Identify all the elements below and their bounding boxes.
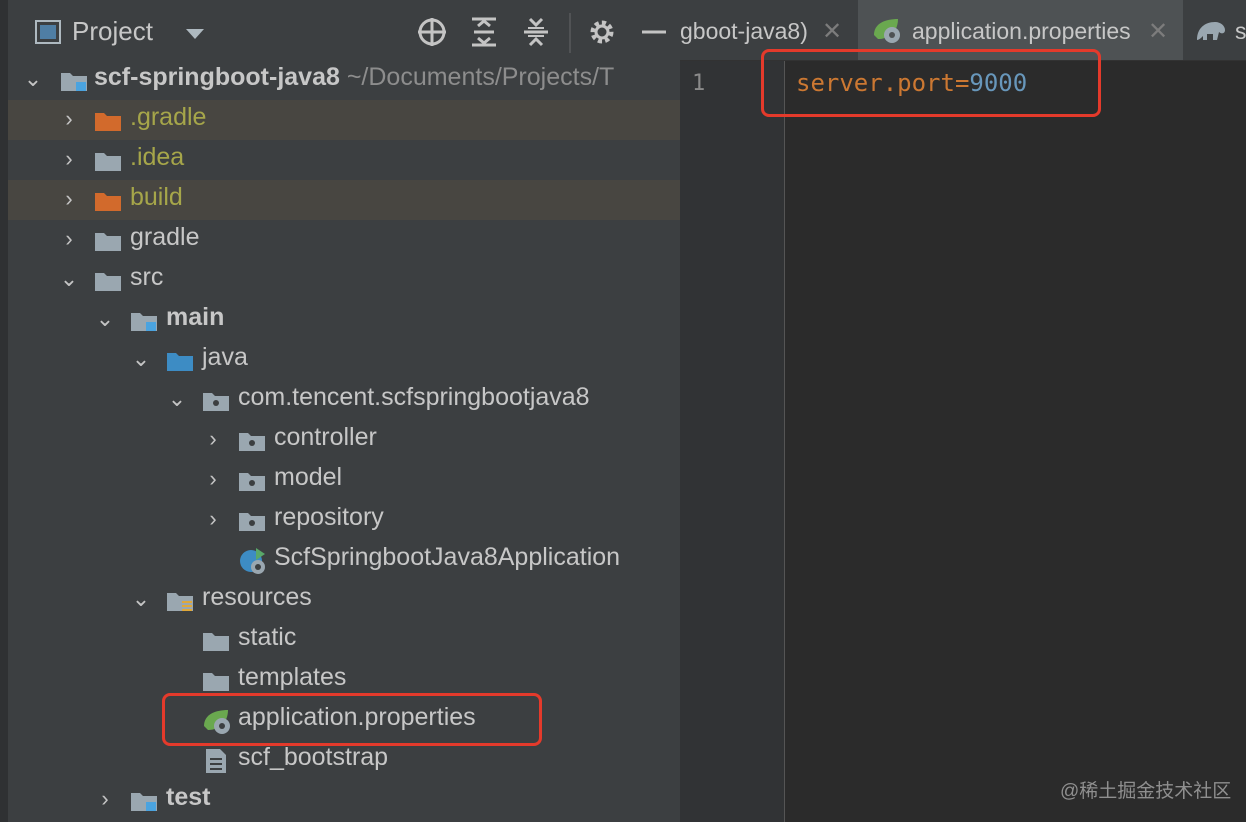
tree-label: src [130, 263, 164, 291]
tree-item-gradle[interactable]: › gradle [8, 220, 680, 260]
watermark: @稀土掘金技术社区 [1060, 781, 1232, 802]
folder-icon [202, 630, 230, 652]
tree-item-src[interactable]: ⌄ src [8, 260, 680, 300]
tree-item-repository[interactable]: › repository [8, 500, 680, 540]
chevron-right-icon[interactable]: › [58, 148, 80, 170]
gradle-icon [1195, 16, 1227, 49]
chevron-right-icon[interactable]: › [202, 428, 224, 450]
chevron-down-icon[interactable]: ⌄ [130, 348, 152, 370]
folder-icon [202, 670, 230, 692]
package-icon [238, 470, 266, 492]
chevron-down-icon[interactable] [186, 29, 204, 39]
panel-edge [0, 0, 8, 822]
spring-properties-icon [872, 15, 902, 50]
tab-label: application.properties [912, 18, 1131, 44]
tab-label: s [1235, 18, 1246, 44]
excluded-folder-icon [94, 190, 122, 212]
locate-icon[interactable] [414, 14, 450, 50]
project-view-icon [35, 20, 61, 44]
tree-item-application-class[interactable]: ScfSpringbootJava8Application [8, 540, 680, 580]
resources-root-folder-icon [166, 590, 194, 612]
package-icon [238, 510, 266, 532]
chevron-right-icon[interactable]: › [202, 468, 224, 490]
chevron-right-icon[interactable]: › [202, 508, 224, 530]
chevron-down-icon[interactable]: ⌄ [22, 68, 44, 90]
chevron-right-icon[interactable]: › [94, 788, 116, 810]
project-header: Project [8, 0, 680, 60]
settings-icon[interactable] [584, 14, 620, 50]
tree-item-scf-bootstrap[interactable]: scf_bootstrap [8, 740, 680, 780]
tree-item-model[interactable]: › model [8, 460, 680, 500]
chevron-down-icon[interactable]: ⌄ [166, 388, 188, 410]
code-editor[interactable]: 1 server.port=9000 [680, 61, 1246, 822]
tree-label: gradle [130, 223, 200, 251]
project-title[interactable]: Project [72, 16, 153, 47]
close-icon[interactable]: ✕ [822, 17, 842, 46]
chevron-down-icon[interactable]: ⌄ [94, 308, 116, 330]
tree-item-project-root[interactable]: ⌄ scf-springboot-java8 ~/Documents/Proje… [8, 60, 680, 100]
folder-icon [94, 270, 122, 292]
excluded-folder-icon [94, 110, 122, 132]
folder-icon [94, 150, 122, 172]
tree-item-controller[interactable]: › controller [8, 420, 680, 460]
chevron-right-icon[interactable]: › [58, 228, 80, 250]
tree-label: scf_bootstrap [238, 743, 389, 771]
toolbar-separator [569, 13, 571, 53]
tab-label: gboot-java8) [680, 18, 808, 44]
module-folder-icon [60, 70, 88, 92]
package-icon [202, 390, 230, 412]
collapse-all-icon[interactable] [518, 14, 554, 50]
tree-label: resources [202, 583, 312, 611]
tree-label: .gradle [130, 103, 207, 131]
chevron-right-icon[interactable]: › [58, 108, 80, 130]
source-root-folder-icon [166, 350, 194, 372]
tree-item-package-root[interactable]: ⌄ com.tencent.scfspringbootjava8 [8, 380, 680, 420]
project-path: ~/Documents/Projects/T [346, 63, 615, 91]
expand-all-icon[interactable] [466, 14, 502, 50]
source-set-folder-icon [130, 790, 158, 812]
highlight-box-application-properties [162, 693, 542, 746]
tree-label: controller [274, 423, 377, 451]
tree-label: model [274, 463, 343, 491]
tree-item-gradle-cache[interactable]: › .gradle [8, 100, 680, 140]
tree-label: ScfSpringbootJava8Application [274, 543, 621, 571]
tree-label: test [166, 783, 211, 811]
package-icon [238, 430, 266, 452]
tree-label: .idea [130, 143, 185, 171]
tree-label: templates [238, 663, 347, 691]
chevron-right-icon[interactable]: › [58, 188, 80, 210]
tree-label: com.tencent.scfspringbootjava8 [238, 383, 590, 411]
text-file-icon [204, 748, 232, 774]
line-number-gutter: 1 [680, 61, 785, 822]
spring-boot-class-icon [238, 546, 266, 576]
tree-item-build[interactable]: › build [8, 180, 680, 220]
tree-item-test[interactable]: › test [8, 780, 680, 820]
tree-label: java [202, 343, 248, 371]
tree-item-resources[interactable]: ⌄ resources [8, 580, 680, 620]
tree-item-idea[interactable]: › .idea [8, 140, 680, 180]
tree-label: repository [274, 503, 384, 531]
folder-icon [94, 230, 122, 252]
hide-icon[interactable] [636, 14, 672, 50]
tree-item-java[interactable]: ⌄ java [8, 340, 680, 380]
tree-item-main[interactable]: ⌄ main [8, 300, 680, 340]
source-set-folder-icon [130, 310, 158, 332]
tree-item-static[interactable]: static [8, 620, 680, 660]
tab-gradle[interactable]: s [1183, 0, 1246, 60]
highlight-box-server-port [761, 49, 1101, 117]
tree-label: main [166, 303, 225, 331]
chevron-down-icon[interactable]: ⌄ [58, 268, 80, 290]
close-icon[interactable]: ✕ [1148, 17, 1168, 46]
tree-label: static [238, 623, 297, 651]
tree-label: build [130, 183, 183, 211]
line-number: 1 [692, 71, 706, 96]
tree-label: scf-springboot-java8 ~/Documents/Project… [94, 63, 615, 91]
chevron-down-icon[interactable]: ⌄ [130, 588, 152, 610]
